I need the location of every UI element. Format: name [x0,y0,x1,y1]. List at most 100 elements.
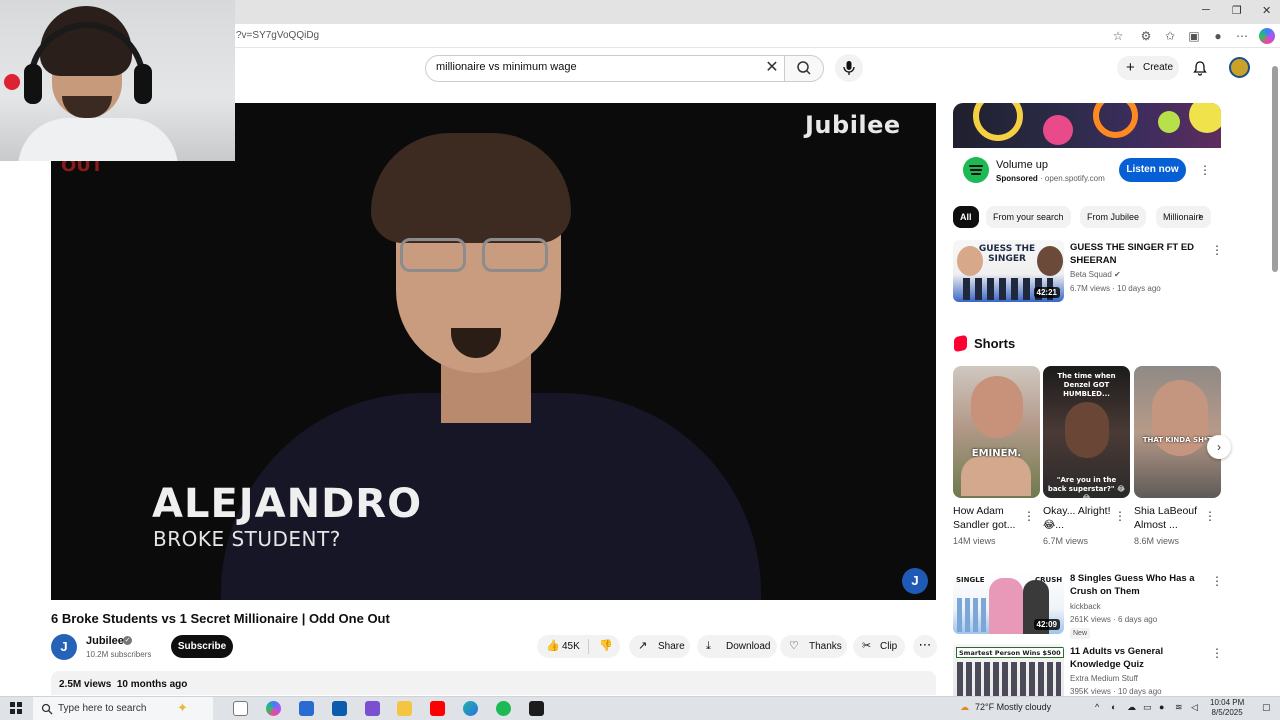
taskbar-search-box[interactable]: Type here to search ✦ [33,697,213,720]
edge-app-icon[interactable] [463,701,478,716]
channel-watermark-badge[interactable]: J [902,568,928,594]
wifi-icon[interactable]: ≋ [1175,702,1183,713]
account-avatar[interactable] [1229,57,1250,78]
browser-menu-icon[interactable]: ⋯ [1234,28,1250,44]
short-title[interactable]: Okay... Alright! 😂... [1043,504,1117,532]
ad-banner-image[interactable] [953,103,1221,148]
thumbs-down-icon[interactable]: 👎 [599,635,613,658]
network-icon[interactable]: ▭ [1143,702,1152,713]
favorite-star-icon[interactable]: ☆ [1110,28,1126,44]
short-menu-icon[interactable]: ⋮ [1114,508,1126,524]
profile-icon[interactable]: ● [1210,28,1226,44]
file-explorer-icon[interactable] [397,701,412,716]
shorts-heading: Shorts [974,336,1016,351]
search-button[interactable] [784,55,824,82]
terminal-app-icon[interactable] [529,701,544,716]
jubilee-watermark-logo: Jubilee [805,111,901,139]
close-window-button[interactable]: ✕ [1262,4,1271,17]
subject-glasses [396,238,556,274]
share-label: Share [658,641,685,652]
subscribe-button[interactable]: Subscribe [171,635,233,658]
shorts-logo-icon [954,334,967,353]
weather-text[interactable]: 72°F Mostly cloudy [975,702,1051,712]
onedrive-icon[interactable]: ☁ [1127,702,1136,713]
video-player[interactable]: OUT Jubilee ALEJANDRO BROKE STUDENT? J [51,103,936,600]
create-button[interactable]: + Create [1117,56,1179,80]
role-caption: BROKE STUDENT? [153,527,341,551]
chevron-right-icon[interactable]: › [1198,209,1202,223]
outlook-app-icon[interactable] [332,701,347,716]
rec-channel: Beta Squad ✔ [1070,270,1121,279]
clip-label: Clip [880,641,898,652]
scrollbar-thumb[interactable] [1272,66,1278,272]
taskbar-clock[interactable]: 10:04 PM 8/5/2025 [1210,698,1244,718]
search-icon [41,703,53,715]
short-views: 6.7M views [1043,536,1089,546]
rec-menu-icon[interactable]: ⋮ [1211,573,1223,589]
notifications-bell-icon[interactable] [1192,60,1208,76]
spotify-app-icon[interactable] [496,701,511,716]
copilot-icon[interactable] [1259,28,1275,44]
chip-millionaire[interactable]: Millionaire [1156,206,1211,228]
favorites-icon[interactable]: ✩ [1162,28,1178,44]
thumb-text: GUESS THE SINGER [978,244,1036,264]
rec-title[interactable]: 8 Singles Guess Who Has a Crush on Them [1070,572,1206,598]
rec-title[interactable]: GUESS THE SINGER FT ED SHEERAN [1070,241,1206,267]
short-title[interactable]: How Adam Sandler got... [953,504,1027,532]
ad-menu-icon[interactable]: ⋮ [1199,162,1211,178]
short-menu-icon[interactable]: ⋮ [1204,508,1216,524]
short-title[interactable]: Shia LaBeouf Almost ... [1134,504,1208,532]
youtube-app-icon[interactable] [430,701,445,716]
extension-icon[interactable]: ⚙ [1138,28,1154,44]
minimize-button[interactable]: ─ [1202,4,1210,16]
voice-search-button[interactable] [835,54,863,82]
download-label: Download [726,641,771,652]
chip-from-jubilee[interactable]: From Jubilee [1080,206,1147,228]
tray-app-icon[interactable]: ◐ [1111,702,1116,712]
short-menu-icon[interactable]: ⋮ [1023,508,1035,524]
chip-all[interactable]: All [953,206,979,228]
share-arrow-icon: ↗ [638,640,648,652]
url-text[interactable]: ?v=SY7gVoQQiDg [236,30,319,41]
share-button[interactable]: ↗ Share [629,635,690,658]
notifications-icon[interactable]: ▢ [1262,702,1271,713]
rec-thumbnail[interactable]: Smartest Person Wins $500 [953,644,1064,696]
store-app-icon[interactable] [299,701,314,716]
short-thumbnail[interactable]: The time when Denzel GOT HUMBLED... "Are… [1043,366,1130,498]
ad-title[interactable]: Volume up [996,159,1048,171]
maximize-button[interactable]: ❐ [1232,4,1242,17]
thumbs-up-icon[interactable]: 👍 [546,635,560,658]
download-button[interactable]: ⤓ Download [697,635,777,658]
streamer-shirt [18,118,178,161]
search-icon [797,61,811,75]
video-duration: 42:09 [1033,619,1060,630]
task-view-icon[interactable] [233,701,248,716]
rec-thumbnail[interactable]: GUESS THE SINGER 42:21 [953,240,1064,302]
clear-search-icon[interactable]: ✕ [762,58,782,78]
chip-from-your-search[interactable]: From your search [986,206,1071,228]
microphone-icon[interactable]: ● [1159,702,1164,712]
sparkle-icon: ✦ [177,700,188,715]
teams-app-icon[interactable] [365,701,380,716]
short-thumbnail[interactable]: THAT KINDA SH*T [1134,366,1221,498]
windows-start-icon[interactable] [10,702,22,714]
volume-icon[interactable]: ◁ [1191,702,1198,713]
clip-button[interactable]: ✂ Clip [853,635,905,658]
more-actions-button[interactable]: ⋯ [913,635,937,658]
thanks-button[interactable]: ♡ Thanks [780,635,847,658]
copilot-app-icon[interactable] [266,701,281,716]
channel-name[interactable]: Jubilee [86,635,124,647]
rec-title[interactable]: 11 Adults vs General Knowledge Quiz [1070,645,1206,671]
shorts-next-chevron-icon[interactable]: › [1207,435,1231,459]
channel-avatar[interactable]: J [51,634,77,660]
rec-menu-icon[interactable]: ⋮ [1211,242,1223,258]
thumb-text-left: SINGLE [956,576,985,584]
short-thumbnail[interactable]: EMINEM. [953,366,1040,498]
collections-icon[interactable]: ▣ [1186,28,1202,44]
like-count[interactable]: 45K [562,635,580,658]
rec-menu-icon[interactable]: ⋮ [1211,645,1223,661]
listen-now-button[interactable]: Listen now [1119,158,1186,182]
search-input[interactable] [436,61,756,73]
rec-thumbnail[interactable]: SINGLE CRUSH 42:09 [953,572,1064,634]
tray-chevron-icon[interactable]: ^ [1095,702,1099,712]
